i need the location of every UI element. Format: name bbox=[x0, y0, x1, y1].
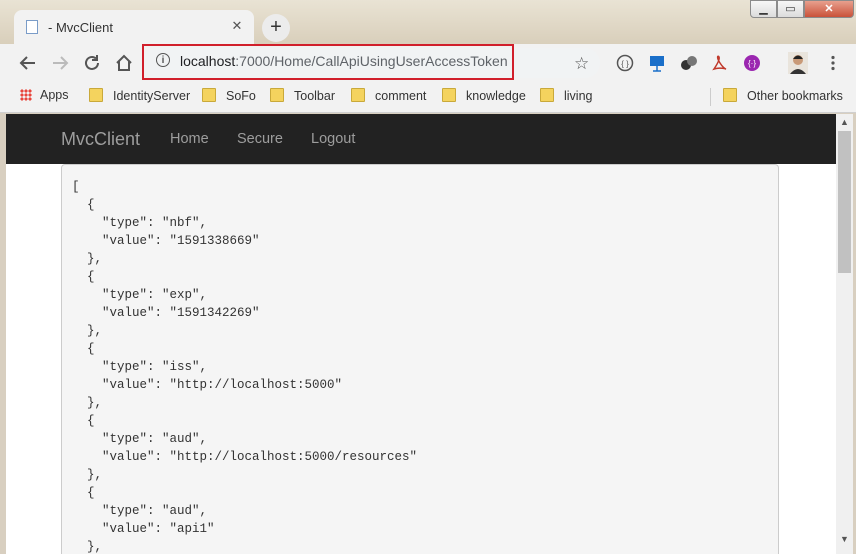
forward-arrow-icon[interactable] bbox=[49, 52, 71, 74]
bookmark-label: living bbox=[564, 89, 593, 103]
url-path: :7000/Home/CallApiUsingUserAccessToken bbox=[235, 53, 508, 69]
bookmark-folder-living[interactable]: living bbox=[540, 88, 593, 103]
profile-avatar[interactable] bbox=[788, 52, 808, 74]
svg-text:{·}: {·} bbox=[748, 59, 756, 68]
folder-icon bbox=[442, 88, 456, 102]
page-favicon-icon bbox=[26, 20, 38, 34]
bookmarks-divider bbox=[710, 88, 711, 106]
bookmark-label: Other bookmarks bbox=[747, 89, 843, 103]
svg-text:{ }: { } bbox=[621, 60, 629, 69]
url-text[interactable]: localhost:7000/Home/CallApiUsingUserAcce… bbox=[180, 53, 508, 69]
more-menu-icon[interactable] bbox=[824, 54, 842, 72]
address-bar[interactable]: i localhost:7000/Home/CallApiUsingUserAc… bbox=[142, 44, 602, 80]
folder-icon bbox=[202, 88, 216, 102]
page-content: [ { "type": "nbf", "value": "1591338669"… bbox=[6, 164, 836, 554]
tab-title: - MvcClient bbox=[48, 20, 114, 35]
folder-icon bbox=[89, 88, 103, 102]
site-info-icon[interactable]: i bbox=[156, 53, 170, 67]
extension-presentation-icon[interactable] bbox=[648, 54, 666, 72]
close-window-button[interactable]: ✕ bbox=[804, 0, 854, 18]
tab-close-icon[interactable]: ✕ bbox=[228, 17, 246, 35]
bookmark-folder-sofo[interactable]: SoFo bbox=[202, 88, 256, 103]
scroll-down-arrow-icon[interactable]: ▼ bbox=[840, 534, 849, 544]
bookmark-folder-identityserver[interactable]: IdentityServer bbox=[89, 88, 190, 103]
browser-tab[interactable]: - MvcClient ✕ bbox=[14, 10, 254, 44]
bookmark-folder-other[interactable]: Other bookmarks bbox=[723, 88, 843, 103]
window-controls: ▁ ▭ ✕ bbox=[750, 0, 854, 20]
bookmark-star-icon[interactable]: ☆ bbox=[574, 54, 589, 74]
reload-icon[interactable] bbox=[81, 52, 103, 74]
folder-icon bbox=[540, 88, 554, 102]
bookmark-label: comment bbox=[375, 89, 427, 103]
bookmark-folder-toolbar[interactable]: Toolbar bbox=[270, 88, 335, 103]
nav-home-link[interactable]: Home bbox=[170, 131, 209, 147]
new-tab-button[interactable]: + bbox=[262, 14, 290, 42]
url-host: localhost bbox=[180, 53, 236, 69]
folder-icon bbox=[351, 88, 365, 102]
bookmark-label: IdentityServer bbox=[113, 89, 191, 103]
home-icon[interactable] bbox=[113, 52, 135, 74]
bookmark-label: Toolbar bbox=[294, 89, 335, 103]
api-json-output: [ { "type": "nbf", "value": "1591338669"… bbox=[61, 164, 779, 554]
bookmark-label: SoFo bbox=[226, 89, 256, 103]
extension-circles-icon[interactable] bbox=[680, 54, 698, 72]
bookmark-folder-knowledge[interactable]: knowledge bbox=[442, 88, 526, 103]
maximize-button[interactable]: ▭ bbox=[777, 0, 804, 18]
minimize-button[interactable]: ▁ bbox=[750, 0, 777, 18]
bookmark-label: knowledge bbox=[466, 89, 526, 103]
back-arrow-icon[interactable] bbox=[17, 52, 39, 74]
nav-secure-link[interactable]: Secure bbox=[237, 131, 283, 147]
app-navbar: MvcClient Home Secure Logout bbox=[6, 114, 836, 164]
extension-purple-icon[interactable]: {·} bbox=[743, 54, 761, 72]
apps-grid-icon bbox=[20, 89, 32, 101]
extension-pdf-icon[interactable] bbox=[711, 54, 729, 72]
folder-icon bbox=[723, 88, 737, 102]
page-scrollbar[interactable]: ▲ ▼ bbox=[836, 114, 853, 554]
bookmark-folder-comment[interactable]: comment bbox=[351, 88, 426, 103]
extension-code-icon[interactable]: { } bbox=[616, 54, 634, 72]
scrollbar-thumb[interactable] bbox=[838, 131, 851, 273]
app-brand-link[interactable]: MvcClient bbox=[61, 129, 140, 150]
browser-titlebar: - MvcClient ✕ + ▁ ▭ ✕ bbox=[0, 0, 856, 44]
scroll-up-arrow-icon[interactable]: ▲ bbox=[840, 117, 849, 127]
bookmarks-bar: Apps IdentityServer SoFo Toolbar comment… bbox=[0, 82, 856, 113]
nav-logout-link[interactable]: Logout bbox=[311, 131, 355, 147]
bookmark-label: Apps bbox=[40, 88, 69, 102]
folder-icon bbox=[270, 88, 284, 102]
bookmark-apps[interactable]: Apps bbox=[20, 88, 69, 102]
